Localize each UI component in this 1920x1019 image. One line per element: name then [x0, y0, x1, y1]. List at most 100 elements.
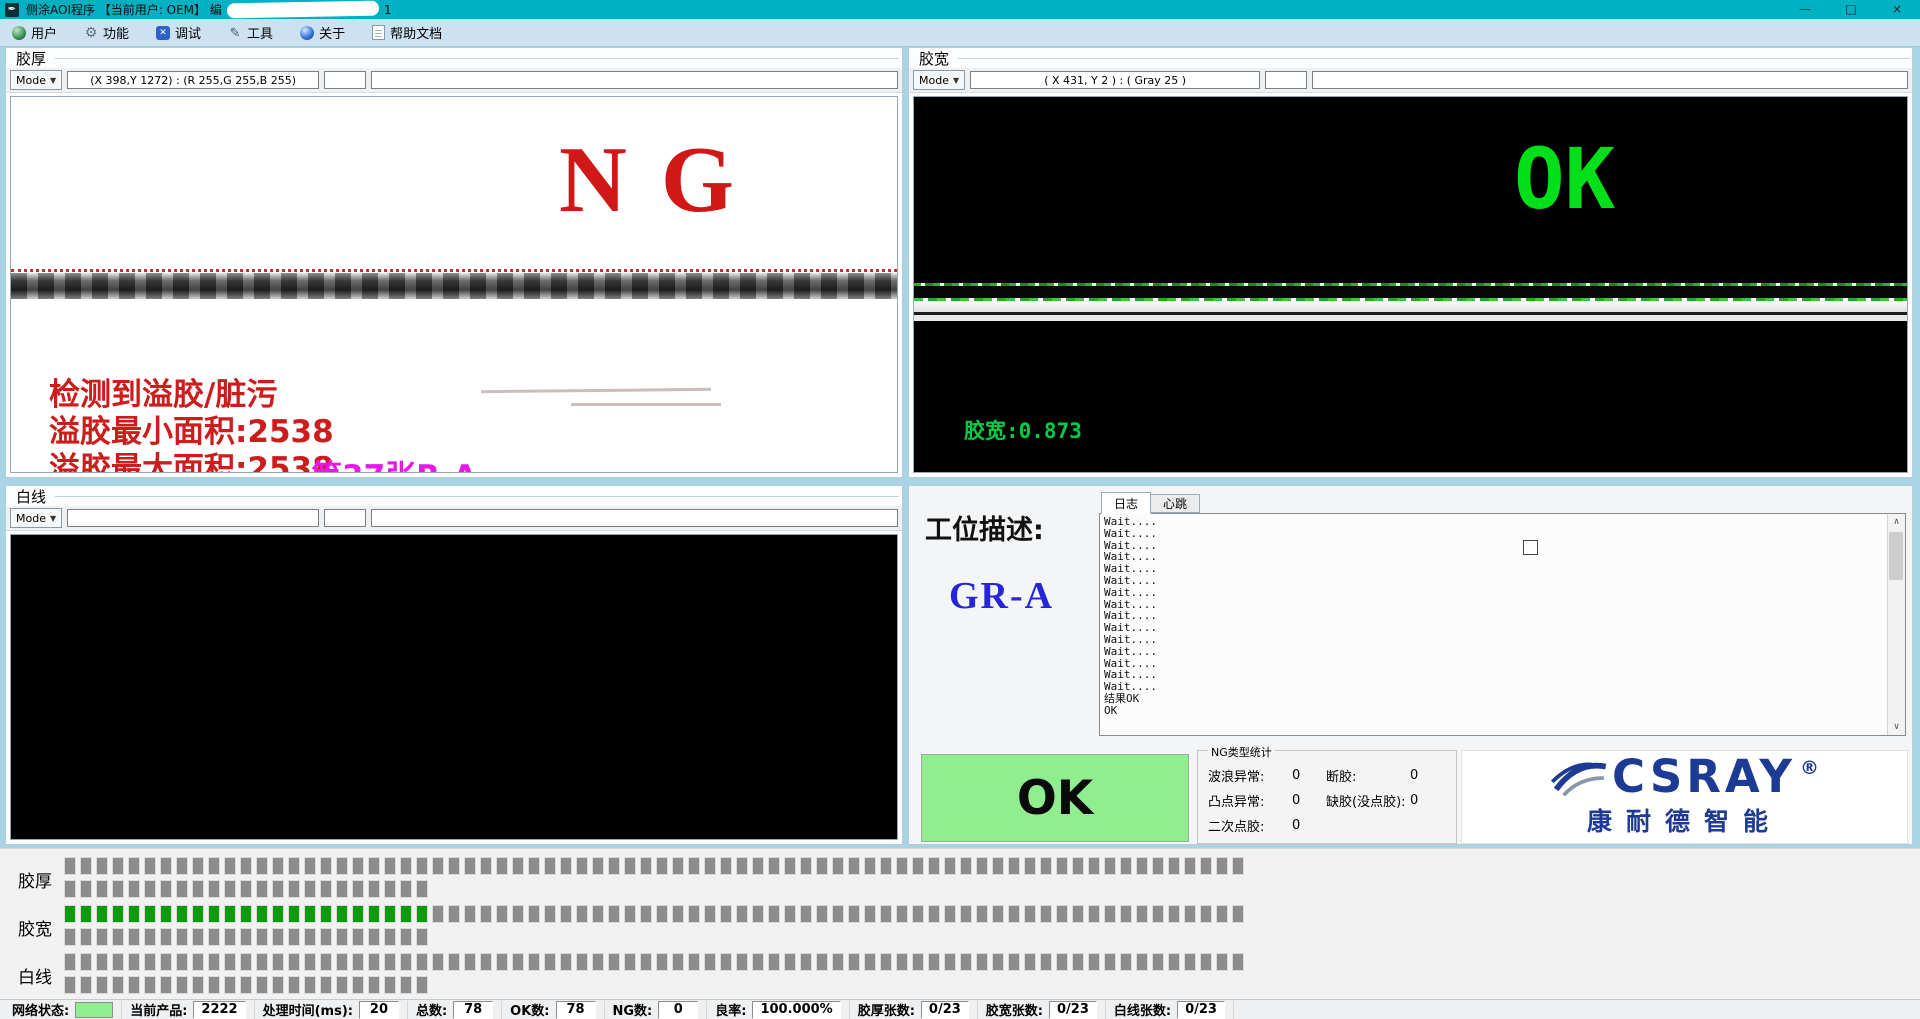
scrollbar-thumb[interactable]	[1889, 532, 1903, 580]
tab-心跳[interactable]: 心跳	[1151, 494, 1200, 513]
frame-square	[1168, 857, 1180, 875]
frame-square	[464, 953, 476, 971]
frame-square	[176, 976, 188, 994]
minimize-button[interactable]: —	[1782, 0, 1828, 19]
frame-square	[160, 880, 172, 898]
menu-item-help[interactable]: 帮助文档	[372, 23, 442, 42]
progress-group-白线: 白线	[0, 953, 1920, 997]
log-listbox[interactable]: Wait....Wait....Wait....Wait....Wait....…	[1099, 513, 1906, 736]
panel-baixian-header: 白线	[6, 486, 902, 506]
log-line: Wait....	[1104, 646, 1157, 658]
panel-bottom-right: 工位描述: GR-A 日志心跳 Wait....Wait....Wait....…	[908, 485, 1913, 845]
frame-square	[80, 880, 92, 898]
frame-square	[1056, 857, 1068, 875]
log-checkbox[interactable]	[1523, 540, 1538, 555]
frame-square	[112, 928, 124, 946]
frame-square	[320, 857, 332, 875]
status-item-total: 总数:78	[410, 1001, 502, 1019]
small-field	[1265, 71, 1307, 89]
app-window: ✒ 侧涂AOI程序 【当前用户: OEM】 编 1 —□× 用户功能调试工具关于…	[0, 0, 1920, 1019]
frame-square	[944, 905, 956, 923]
frame-square	[496, 953, 508, 971]
frame-square	[704, 953, 716, 971]
frame-square	[256, 976, 268, 994]
menu-item-about[interactable]: 关于	[300, 23, 345, 42]
frame-square	[144, 880, 156, 898]
frame-square	[272, 928, 284, 946]
frame-square	[96, 905, 108, 923]
menu-item-debug[interactable]: 调试	[156, 23, 201, 42]
tab-日志[interactable]: 日志	[1101, 492, 1151, 514]
maximize-button[interactable]: □	[1828, 0, 1874, 19]
frame-square	[352, 857, 364, 875]
frame-square	[1088, 905, 1100, 923]
frame-square	[464, 857, 476, 875]
log-line: 结果OK	[1104, 693, 1157, 705]
frame-square	[976, 953, 988, 971]
ng-stat-row: 波浪异常:0	[1208, 763, 1300, 788]
menu-item-tools[interactable]: 工具	[228, 23, 273, 42]
frame-square	[800, 905, 812, 923]
frame-square	[1072, 953, 1084, 971]
logo-brand-text: CSRAY	[1612, 757, 1796, 797]
panel-title: 胶厚	[16, 48, 46, 69]
frame-square	[976, 905, 988, 923]
status-value: 100.000%	[752, 1001, 840, 1019]
frame-square	[416, 880, 428, 898]
progress-group-胶宽: 胶宽	[0, 905, 1920, 949]
mode-dropdown[interactable]: Mode▼	[10, 508, 62, 528]
frame-square	[384, 857, 396, 875]
frame-square	[256, 880, 268, 898]
frame-square	[896, 905, 908, 923]
menu-item-user[interactable]: 用户	[12, 23, 57, 42]
frame-square	[320, 905, 332, 923]
ok-result-text: OK	[1514, 137, 1615, 221]
frame-square	[752, 857, 764, 875]
status-value: 78	[556, 1001, 596, 1019]
info-field	[371, 509, 898, 527]
pixel-readout-field	[67, 509, 319, 527]
progress-row-label: 胶厚	[18, 867, 52, 892]
mode-dropdown[interactable]: Mode▼	[913, 70, 965, 90]
log-line: OK	[1104, 705, 1157, 717]
frame-square	[96, 880, 108, 898]
frame-square	[816, 857, 828, 875]
panel-jiaokuan-header: 胶宽	[909, 48, 1912, 68]
frame-square	[304, 928, 316, 946]
frame-square	[288, 976, 300, 994]
frame-square	[640, 953, 652, 971]
frame-square	[784, 953, 796, 971]
scroll-up-icon[interactable]: ∧	[1888, 517, 1905, 527]
glue-width-readout: 胶宽:0.873	[964, 415, 1082, 445]
network-status-indicator	[75, 1002, 113, 1018]
about-icon	[300, 26, 314, 40]
scroll-down-icon[interactable]: ∨	[1888, 722, 1905, 732]
frame-square	[448, 857, 460, 875]
window-title-suffix: 1	[384, 3, 392, 17]
frame-square	[1152, 857, 1164, 875]
frame-square	[1104, 857, 1116, 875]
panel-title: 胶宽	[919, 48, 949, 69]
status-item-product: 当前产品:2222	[124, 1001, 254, 1019]
frame-square	[496, 857, 508, 875]
frame-square	[512, 953, 524, 971]
frame-square	[912, 905, 924, 923]
frame-square	[928, 857, 940, 875]
frame-square	[528, 905, 540, 923]
status-bar: 网络状态:当前产品:2222处理时间(ms):20总数:78OK数:78NG数:…	[0, 999, 1920, 1019]
mode-dropdown[interactable]: Mode▼	[10, 70, 62, 90]
frame-square	[576, 857, 588, 875]
status-item-jiaokuan-frames: 胶宽张数:0/23	[980, 1001, 1106, 1019]
frame-square	[368, 857, 380, 875]
status-value: 2222	[193, 1001, 245, 1019]
frame-square	[256, 905, 268, 923]
frame-square	[368, 928, 380, 946]
close-button[interactable]: ×	[1874, 0, 1920, 19]
menu-item-functions[interactable]: 功能	[84, 23, 129, 42]
panel-baixian: 白线 Mode▼	[5, 485, 903, 845]
frame-square	[528, 953, 540, 971]
frame-square	[1040, 953, 1052, 971]
frame-square	[1168, 905, 1180, 923]
frame-square	[480, 857, 492, 875]
log-scrollbar[interactable]: ∧ ∨	[1887, 514, 1905, 735]
